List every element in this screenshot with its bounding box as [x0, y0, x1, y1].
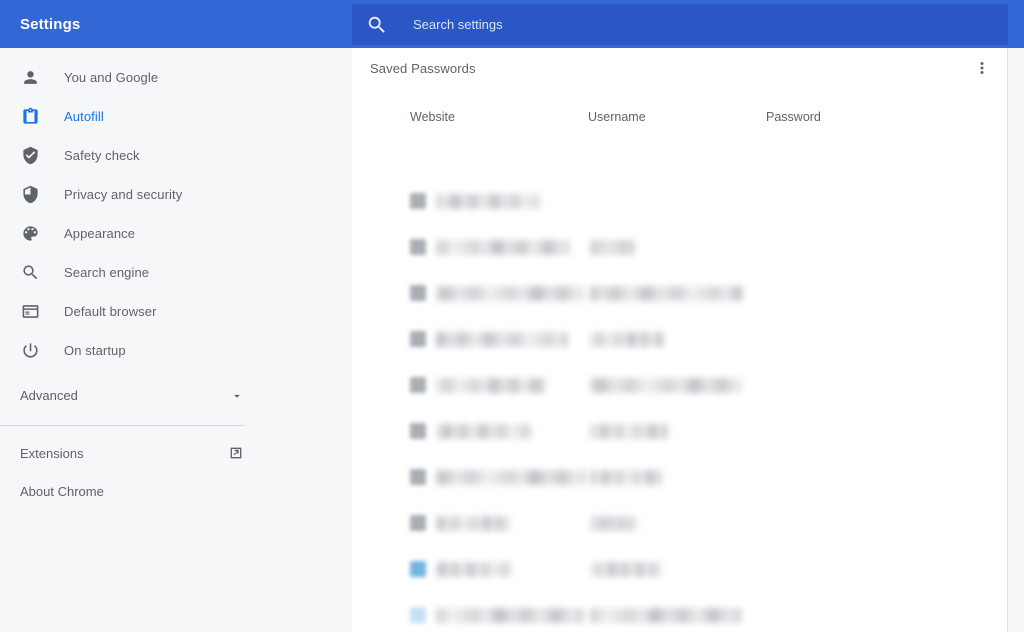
favicon — [410, 193, 426, 209]
content-right-gutter — [1009, 48, 1024, 632]
username-value-redacted — [590, 469, 662, 485]
sidebar-item-label: Autofill — [64, 109, 104, 124]
sidebar-item-label: Search engine — [64, 265, 150, 280]
chevron-down-icon — [230, 389, 244, 403]
search-bar[interactable] — [352, 4, 1008, 45]
external-link-icon — [228, 445, 244, 461]
main-content: Saved Passwords Website Username Passwor… — [352, 48, 1024, 632]
username-value-redacted — [590, 423, 668, 439]
favicon — [410, 285, 426, 301]
favicon — [410, 239, 426, 255]
table-row[interactable]: •••••••••• — [352, 408, 1008, 454]
saved-passwords-card: Saved Passwords Website Username Passwor… — [352, 48, 1008, 632]
sidebar-item-search-engine[interactable]: Search engine — [0, 253, 352, 292]
settings-sidebar: You and Google Autofill Safety check Pri… — [0, 48, 352, 632]
sidebar-item-you-and-google[interactable]: You and Google — [0, 58, 352, 97]
top-app-bar: Settings — [0, 0, 1024, 48]
website-value-redacted — [436, 515, 510, 531]
power-icon — [20, 341, 40, 361]
username-value-redacted — [590, 607, 742, 623]
favicon — [410, 469, 426, 485]
shield-half-icon — [20, 185, 40, 205]
favicon — [410, 331, 426, 347]
username-value-redacted — [590, 377, 742, 393]
sidebar-item-autofill[interactable]: Autofill — [0, 97, 352, 136]
card-header: Saved Passwords — [352, 48, 1007, 88]
username-value-redacted — [590, 239, 636, 255]
website-value-redacted — [436, 561, 512, 577]
favicon — [410, 377, 426, 393]
table-row[interactable]: •••••••••• — [352, 224, 1008, 270]
website-value-redacted — [436, 607, 584, 623]
website-value-redacted — [436, 193, 540, 209]
app-title: Settings — [20, 15, 81, 33]
sidebar-item-label: Privacy and security — [64, 187, 183, 202]
sidebar-divider — [0, 425, 245, 426]
sidebar-nav: You and Google Autofill Safety check Pri… — [0, 48, 352, 370]
table-column-headers: Website Username Password — [352, 102, 1007, 132]
clipboard-icon — [20, 107, 40, 127]
username-value-redacted — [590, 285, 742, 301]
sidebar-item-privacy-and-security[interactable]: Privacy and security — [0, 175, 352, 214]
settings-page: Settings You and Google Autofill — [0, 0, 1024, 632]
column-header-password: Password — [766, 110, 821, 124]
search-icon — [366, 14, 388, 36]
table-row[interactable]: •••••••••• — [352, 362, 1008, 408]
favicon — [410, 607, 426, 623]
table-row[interactable]: •••••••••• — [352, 178, 1008, 224]
favicon — [410, 423, 426, 439]
sidebar-item-label: Safety check — [64, 148, 140, 163]
search-icon — [20, 263, 40, 283]
username-value-redacted — [590, 331, 664, 347]
sidebar-item-label: Extensions — [20, 445, 84, 461]
table-row[interactable]: •••••••••• — [352, 316, 1008, 362]
sidebar-item-advanced[interactable]: Advanced — [0, 376, 352, 415]
website-value-redacted — [436, 285, 584, 301]
website-value-redacted — [436, 331, 568, 347]
table-row[interactable]: •••••••••• — [352, 454, 1008, 500]
sidebar-item-appearance[interactable]: Appearance — [0, 214, 352, 253]
sidebar-item-safety-check[interactable]: Safety check — [0, 136, 352, 175]
sidebar-item-label: About Chrome — [20, 483, 104, 499]
column-header-username: Username — [588, 110, 646, 124]
table-row[interactable]: •••••••••• — [352, 592, 1008, 632]
sidebar-item-extensions[interactable]: Extensions — [0, 434, 352, 472]
website-value-redacted — [436, 377, 546, 393]
sidebar-item-about-chrome[interactable]: About Chrome — [0, 472, 352, 510]
palette-icon — [20, 224, 40, 244]
card-title: Saved Passwords — [370, 60, 476, 76]
sidebar-item-on-startup[interactable]: On startup — [0, 331, 352, 370]
shield-check-icon — [20, 146, 40, 166]
browser-window-icon — [20, 302, 40, 322]
search-input[interactable] — [413, 12, 953, 37]
more-vert-icon[interactable] — [973, 59, 991, 77]
table-row[interactable]: •••••••••• — [352, 546, 1008, 592]
person-icon — [20, 68, 40, 88]
sidebar-item-label: Default browser — [64, 304, 157, 319]
sidebar-item-label: You and Google — [64, 70, 159, 85]
table-row[interactable]: •••••••••• — [352, 270, 1008, 316]
website-value-redacted — [436, 239, 570, 255]
table-row[interactable]: •••••••••• — [352, 500, 1008, 546]
username-value-redacted — [590, 561, 662, 577]
sidebar-advanced-label: Advanced — [20, 388, 78, 403]
saved-passwords-list: ••••••••••••••••••••••••••••••••••••••••… — [352, 178, 1008, 632]
column-header-website: Website — [410, 110, 455, 124]
sidebar-item-default-browser[interactable]: Default browser — [0, 292, 352, 331]
website-value-redacted — [436, 423, 532, 439]
sidebar-item-label: On startup — [64, 343, 126, 358]
sidebar-item-label: Appearance — [64, 226, 136, 241]
favicon — [410, 515, 426, 531]
username-value-redacted — [590, 515, 638, 531]
favicon — [410, 561, 426, 577]
website-value-redacted — [436, 469, 586, 485]
